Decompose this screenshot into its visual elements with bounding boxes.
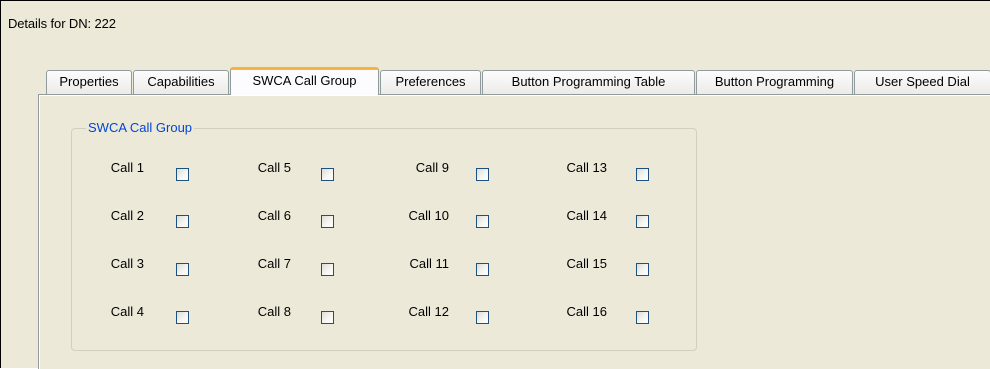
call-2-checkbox[interactable] xyxy=(176,215,189,228)
tab-strip: Properties Capabilities SWCA Call Group … xyxy=(46,67,990,95)
call-5-label: Call 5 xyxy=(257,160,291,175)
call-2-label: Call 2 xyxy=(110,208,144,223)
tab-capabilities[interactable]: Capabilities xyxy=(133,70,229,94)
call-13-label: Call 13 xyxy=(566,160,607,175)
swca-call-group-box: SWCA Call Group Call 1 Call 2 Call 3 Cal… xyxy=(71,120,697,351)
call-4-checkbox[interactable] xyxy=(176,311,189,324)
call-14-label: Call 14 xyxy=(566,208,607,223)
call-11-label: Call 11 xyxy=(409,256,449,271)
call-6-checkbox[interactable] xyxy=(321,215,334,228)
call-7-checkbox[interactable] xyxy=(321,263,334,276)
tab-preferences[interactable]: Preferences xyxy=(380,70,481,94)
call-1-checkbox[interactable] xyxy=(176,168,189,181)
call-13-checkbox[interactable] xyxy=(636,168,649,181)
call-16-checkbox[interactable] xyxy=(636,311,649,324)
tab-button-programming-table[interactable]: Button Programming Table xyxy=(482,70,695,94)
swca-call-group-panel: SWCA Call Group Call 1 Call 2 Call 3 Cal… xyxy=(38,94,990,369)
call-1-label: Call 1 xyxy=(110,160,144,175)
call-3-label: Call 3 xyxy=(110,256,144,271)
tab-swca-call-group[interactable]: SWCA Call Group xyxy=(230,67,379,95)
tab-button-programming[interactable]: Button Programming xyxy=(696,70,853,94)
call-15-label: Call 15 xyxy=(566,256,607,271)
call-12-checkbox[interactable] xyxy=(476,311,489,324)
call-3-checkbox[interactable] xyxy=(176,263,189,276)
group-legend: SWCA Call Group xyxy=(86,120,195,136)
call-9-label: Call 9 xyxy=(415,160,449,175)
call-5-checkbox[interactable] xyxy=(321,168,334,181)
call-8-label: Call 8 xyxy=(257,304,291,319)
tab-user-speed-dial[interactable]: User Speed Dial xyxy=(854,70,990,94)
call-9-checkbox[interactable] xyxy=(476,168,489,181)
call-11-checkbox[interactable] xyxy=(476,263,489,276)
call-10-label: Call 10 xyxy=(408,208,449,223)
call-10-checkbox[interactable] xyxy=(476,215,489,228)
call-4-label: Call 4 xyxy=(110,304,144,319)
call-6-label: Call 6 xyxy=(257,208,291,223)
call-15-checkbox[interactable] xyxy=(636,263,649,276)
window-title: Details for DN: 222 xyxy=(8,16,116,31)
tab-properties[interactable]: Properties xyxy=(46,70,132,94)
call-12-label: Call 12 xyxy=(408,304,449,319)
call-8-checkbox[interactable] xyxy=(321,311,334,324)
call-16-label: Call 16 xyxy=(566,304,607,319)
call-7-label: Call 7 xyxy=(257,256,291,271)
details-window: Details for DN: 222 Properties Capabilit… xyxy=(0,0,990,369)
call-14-checkbox[interactable] xyxy=(636,215,649,228)
